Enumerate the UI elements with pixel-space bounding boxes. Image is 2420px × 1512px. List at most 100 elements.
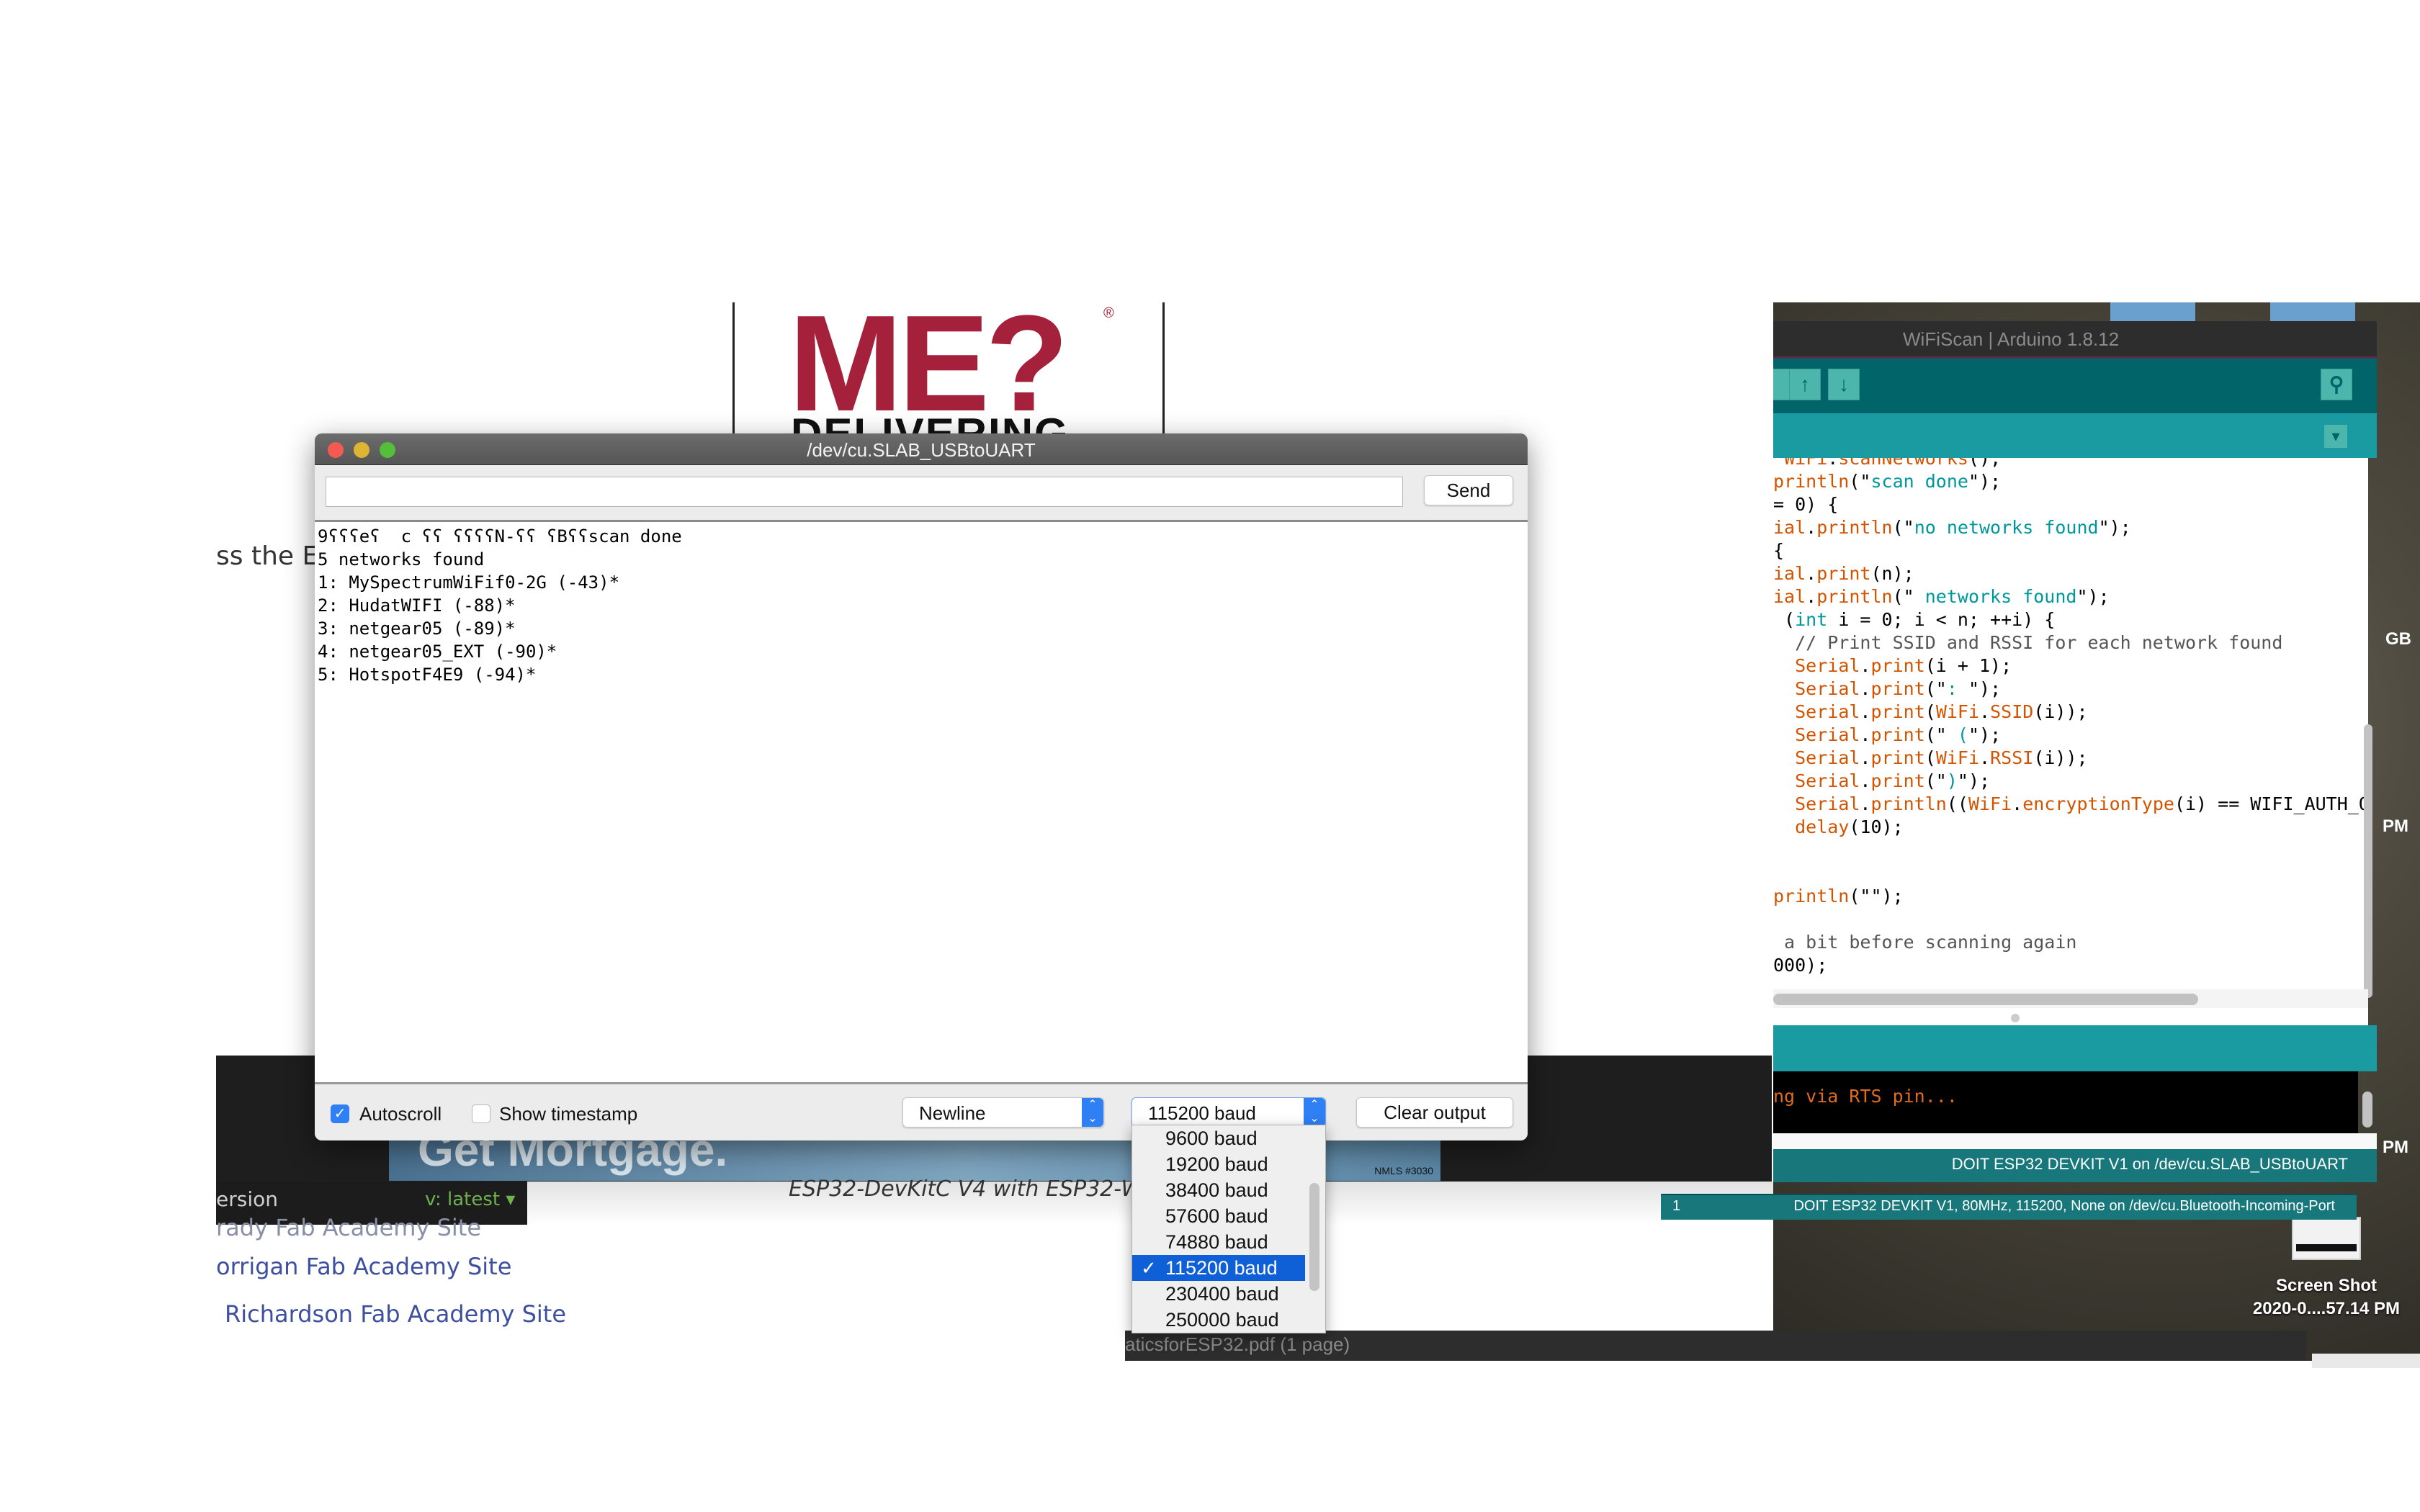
ide-left-margin (1743, 321, 1773, 1056)
baud-option[interactable]: 230400 baud (1132, 1281, 1305, 1307)
code-line: Serial.print(WiFi.SSID(i)); (1795, 701, 2088, 722)
autoscroll-label: Autoscroll (359, 1103, 442, 1125)
web-link-richardson[interactable]: Richardson Fab Academy Site (225, 1300, 566, 1328)
preview-window-titlebar[interactable]: aticsforESP32.pdf (1 page) (1125, 1331, 2306, 1361)
serial-output-line: 9ʕʕʕeʕ c ʕʕ ʕʕʕʕN-ʕʕ ʕBʕʕscan done (318, 526, 682, 546)
baud-option[interactable]: 57600 baud (1132, 1203, 1305, 1229)
serial-output[interactable]: 9ʕʕʕeʕ c ʕʕ ʕʕʕʕN-ʕʕ ʕBʕʕscan done 5 netw… (315, 520, 1528, 1084)
baud-option-label: 250000 baud (1165, 1309, 1279, 1331)
tab-menu-button[interactable]: ▾ (2324, 425, 2347, 448)
code-line: Serial.print(": "); (1795, 678, 2002, 699)
show-timestamp-checkbox[interactable] (472, 1104, 490, 1123)
baud-option-label: 57600 baud (1165, 1205, 1268, 1227)
baud-rate-select[interactable]: 115200 baud ⌃ ⌄ (1131, 1097, 1326, 1128)
serial-output-line: 2: HudatWIFI (-88)* (318, 595, 516, 616)
open-sketch-button[interactable] (1773, 369, 1791, 400)
version-value[interactable]: v: latest ▾ (425, 1189, 515, 1210)
send-button[interactable]: Send (1424, 475, 1513, 505)
screenshot-file-name-line2: 2020-0....57.14 PM (2252, 1299, 2401, 1318)
desktop-strip (2312, 1354, 2420, 1368)
updown-chevron-icon: ⌃ ⌄ (1082, 1098, 1103, 1127)
board-port-status: DOIT ESP32 DEVKIT V1 on /dev/cu.SLAB_USB… (1951, 1155, 2348, 1173)
desktop-side-text: PM (2383, 816, 2408, 836)
baud-option-label: 230400 baud (1165, 1283, 1279, 1305)
web-partial-text: ss the E (216, 541, 319, 571)
ide-title: WiFiScan | Arduino 1.8.12 (1903, 328, 2120, 350)
line-ending-select[interactable]: Newline ⌃ ⌄ (902, 1097, 1104, 1128)
ide-console: ng via RTS pin... (1773, 1071, 2358, 1133)
baud-option-label: 38400 baud (1165, 1179, 1268, 1201)
serial-titlebar[interactable]: /dev/cu.SLAB_USBtoUART (315, 433, 1528, 465)
serial-output-line: 1: MySpectrumWiFif0-2G (-43)* (318, 572, 620, 593)
screenshot-file-thumbnail[interactable] (2292, 1217, 2361, 1260)
code-line: Serial.print(i + 1); (1795, 655, 2012, 676)
ide-toolbar: ↑ ↓ ⚲ (1773, 359, 2377, 413)
screenshot-file-name-line1: Screen Shot (2275, 1276, 2378, 1295)
checkmark-icon: ✓ (1141, 1257, 1157, 1279)
baud-option[interactable]: 9600 baud (1132, 1125, 1305, 1151)
open-button[interactable]: ↑ (1789, 369, 1821, 400)
code-line: = 0) { (1773, 494, 1839, 515)
ad-registered-mark: ® (1103, 305, 1114, 321)
serial-monitor-button[interactable]: ⚲ (2321, 369, 2352, 400)
ide-status-bar: DOIT ESP32 DEVKIT V1 on /dev/cu.SLAB_USB… (1773, 1149, 2377, 1182)
baud-option-label: 9600 baud (1165, 1128, 1258, 1149)
version-label: ersion (216, 1187, 278, 1211)
desktop-window-tab (2270, 302, 2355, 321)
serial-send-input[interactable] (326, 477, 1403, 507)
code-line: WiFi.scanNetworks(); (1784, 458, 2002, 469)
code-line: ial.println("no networks found"); (1773, 517, 2131, 538)
save-button[interactable]: ↓ (1828, 369, 1860, 400)
code-line: Serial.print(WiFi.RSSI(i)); (1795, 747, 2088, 768)
console-text: ng via RTS pin... (1773, 1086, 1958, 1107)
code-line: a bit before scanning again (1773, 932, 2077, 953)
code-line: 000); (1773, 955, 1828, 976)
chevron-down-icon: ▾ (2331, 427, 2340, 445)
advertisement-banner[interactable]: ME? ® DELIVERING HOPE (732, 302, 1165, 446)
clear-output-button[interactable]: Clear output (1356, 1097, 1513, 1128)
board-config-status: DOIT ESP32 DEVKIT V1, 80MHz, 115200, Non… (1793, 1198, 2335, 1214)
autoscroll-checkbox[interactable]: ✓ (331, 1104, 349, 1123)
desktop-side-text: PM (2383, 1138, 2408, 1157)
serial-bottom-bar: ✓ Autoscroll Show timestamp Newline ⌃ ⌄ 1… (315, 1084, 1528, 1140)
arduino-ide-window: WiFiScan | Arduino 1.8.12 ↑ ↓ ⚲ ▾ WiFi.s… (1773, 321, 2377, 1185)
line-number: 1 (1672, 1198, 1681, 1214)
baud-option[interactable]: 74880 baud (1132, 1229, 1305, 1255)
code-line: println(""); (1773, 886, 1904, 906)
code-line: Serial.print(")"); (1795, 770, 1991, 791)
editor-horizontal-scrollbar[interactable] (1773, 994, 2198, 1005)
baud-option[interactable]: 38400 baud (1132, 1177, 1305, 1203)
code-line: (int i = 0; i < n; ++i) { (1773, 609, 2056, 630)
ide-titlebar[interactable]: WiFiScan | Arduino 1.8.12 (1773, 321, 2377, 359)
web-link-corrigan[interactable]: orrigan Fab Academy Site (216, 1253, 511, 1280)
baud-rate-value: 115200 baud (1148, 1102, 1256, 1124)
code-line: { (1773, 540, 1785, 561)
ide-tab-bar: ▾ (1773, 413, 2377, 458)
ide-message-bar (1773, 1025, 2377, 1071)
baud-option-label: 19200 baud (1165, 1153, 1268, 1175)
baud-option[interactable]: 19200 baud (1132, 1151, 1305, 1177)
screenshot-file-name[interactable]: Screen Shot 2020-0....57.14 PM (2240, 1274, 2413, 1320)
arrow-up-icon: ↑ (1800, 373, 1810, 395)
baud-option[interactable]: ✓ 115200 baud (1132, 1255, 1305, 1281)
preview-window-title: aticsforESP32.pdf (1 page) (1125, 1333, 1350, 1355)
editor-vertical-scrollbar[interactable] (2364, 724, 2372, 998)
code-line: ial.println(" networks found"); (1773, 586, 2110, 607)
baud-option-label: 74880 baud (1165, 1231, 1268, 1253)
code-editor[interactable]: WiFi.scanNetworks(); println("scan done")… (1773, 458, 2368, 1035)
console-scrollbar[interactable] (2362, 1092, 2372, 1128)
serial-output-line: 3: netgear05 (-89)* (318, 618, 516, 639)
pane-divider-handle[interactable] (2011, 1014, 2020, 1022)
magnifier-icon: ⚲ (2329, 373, 2344, 395)
dropdown-scrollbar[interactable] (1309, 1183, 1319, 1291)
code-line: Serial.println((WiFi.encryptionType(i) =… (1795, 793, 2368, 814)
arrow-down-icon: ↓ (1839, 373, 1849, 395)
serial-output-line: 5: HotspotF4E9 (-94)* (318, 665, 537, 685)
serial-window-title: /dev/cu.SLAB_USBtoUART (807, 439, 1036, 461)
web-link-partial[interactable]: rady Fab Academy Site (216, 1214, 481, 1241)
code-line: Serial.print(" ("); (1795, 724, 2002, 745)
code-line: ial.print(n); (1773, 563, 1914, 584)
serial-output-line: 5 networks found (318, 549, 485, 570)
code-line: // Print SSID and RSSI for each network … (1773, 632, 2283, 653)
baud-option[interactable]: 250000 baud (1132, 1307, 1305, 1333)
